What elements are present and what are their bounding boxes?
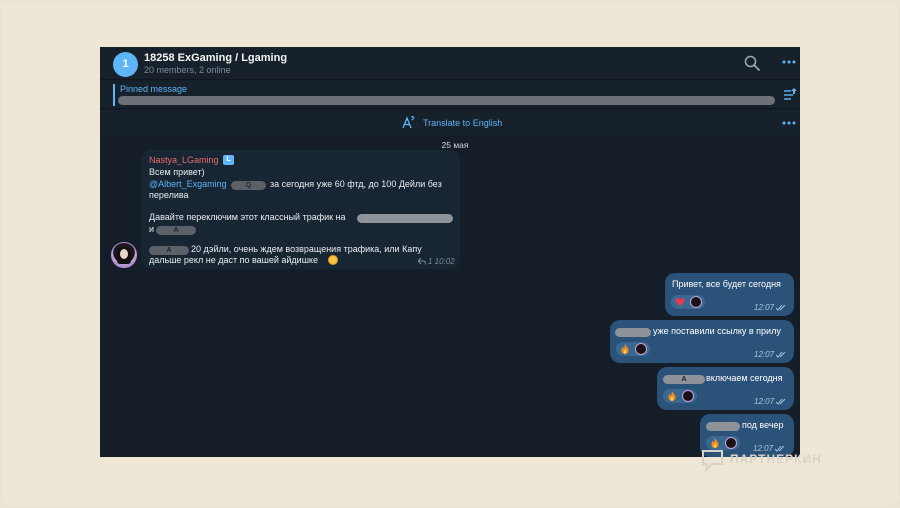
reply-count-icon xyxy=(418,258,426,266)
pinned-accent-bar xyxy=(113,84,115,106)
translate-icon xyxy=(402,116,415,129)
incoming-message-bubble[interactable]: Nastya_LGaming L Всем привет) @Albert_Ex… xyxy=(141,150,460,269)
reactor-avatar xyxy=(682,390,694,402)
message-line: перелива xyxy=(149,190,189,200)
chat-members-status: 20 members, 2 online xyxy=(144,65,231,75)
read-checkmarks-icon xyxy=(776,351,786,358)
message-line: и xyxy=(149,224,155,234)
heart-reaction-icon xyxy=(675,297,685,306)
outgoing-message-bubble[interactable]: уже поставили ссылку в прилу 12:07 xyxy=(610,320,794,363)
group-avatar[interactable]: 1 xyxy=(113,52,138,77)
pinned-message-blurred-text xyxy=(118,96,775,105)
smile-emoji-icon xyxy=(328,255,338,265)
blurred-name: A xyxy=(149,246,189,255)
read-checkmarks-icon xyxy=(776,398,786,405)
outgoing-message-bubble[interactable]: A включаем сегодня 12:07 xyxy=(657,367,794,410)
blurred-name xyxy=(615,328,651,337)
message-time-text: 12:07 xyxy=(754,303,775,312)
reactor-avatar xyxy=(635,343,647,355)
message-line: Давайте переключим этот классный трафик … xyxy=(149,212,346,222)
fire-reaction-icon xyxy=(621,344,629,354)
watermark-text: ПАРТНЕРКИН xyxy=(730,452,822,466)
fire-reaction-icon xyxy=(668,391,676,401)
message-line: за сегодня уже 60 фтд, до 100 Дейли без xyxy=(270,179,442,189)
pinned-label: Pinned message xyxy=(120,84,188,94)
mention-link[interactable]: @Albert_Exgaming xyxy=(149,179,227,189)
message-text: включаем сегодня xyxy=(706,373,783,383)
search-icon[interactable] xyxy=(744,55,760,71)
read-checkmarks-icon xyxy=(776,304,786,311)
blurred-name xyxy=(706,422,740,431)
reactor-avatar xyxy=(690,296,702,308)
watermark-logo-icon xyxy=(702,450,723,473)
message-line: Всем привет) xyxy=(149,167,205,177)
read-checkmarks-icon xyxy=(775,445,785,452)
chat-title[interactable]: 18258 ExGaming / Lgaming xyxy=(144,52,287,64)
avatar-face xyxy=(120,249,128,259)
message-time-text: 12:07 xyxy=(754,397,775,406)
reaction-chip[interactable] xyxy=(663,389,697,403)
translate-bar[interactable]: Translate to English xyxy=(100,110,800,136)
pinned-message-bar[interactable]: Pinned message xyxy=(100,81,800,109)
chat-header[interactable]: 1 18258 ExGaming / Lgaming 20 members, 2… xyxy=(100,47,800,80)
blurred-name: A xyxy=(663,375,705,384)
message-time: 12:07 xyxy=(754,397,786,406)
message-time: 12:07 xyxy=(754,350,786,359)
message-text: уже поставили ссылку в прилу xyxy=(653,326,781,336)
more-options-icon[interactable] xyxy=(782,59,796,65)
pinned-list-icon[interactable] xyxy=(783,86,798,102)
message-reply-time: 1 10:02 xyxy=(428,257,455,266)
message-time: 12:07 xyxy=(754,303,786,312)
message-meta: 1 10:02 xyxy=(418,257,455,266)
translate-to-english-button[interactable]: Translate to English xyxy=(423,118,502,128)
message-text: Привет, все будет сегодня xyxy=(672,279,781,289)
fire-reaction-icon xyxy=(711,438,719,448)
outgoing-message-bubble[interactable]: Привет, все будет сегодня 12:07 xyxy=(665,273,794,316)
telegram-chat-window: 1 18258 ExGaming / Lgaming 20 members, 2… xyxy=(100,47,800,457)
blurred-link xyxy=(357,214,453,223)
sender-name[interactable]: Nastya_LGaming xyxy=(149,155,219,165)
message-time-text: 12:07 xyxy=(754,350,775,359)
sender-avatar[interactable] xyxy=(111,242,137,268)
blurred-name: Q xyxy=(231,181,266,190)
translate-more-icon[interactable] xyxy=(782,120,796,126)
reaction-chip[interactable] xyxy=(616,342,650,356)
reaction-chip[interactable] xyxy=(671,295,705,309)
message-text: под вечер xyxy=(742,420,784,430)
message-line: дальше рекл не даст по вашей айдишке xyxy=(149,255,318,265)
sender-badge-icon: L xyxy=(223,155,234,165)
blurred-name: A xyxy=(156,226,196,235)
message-line: 20 дэйли, очень ждем возвращения трафика… xyxy=(191,244,422,254)
